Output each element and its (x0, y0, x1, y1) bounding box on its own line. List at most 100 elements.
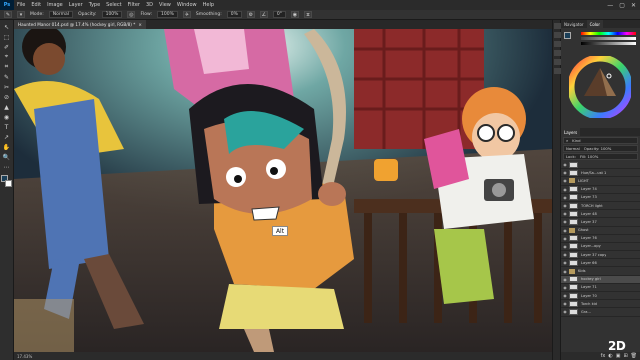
hue-slider[interactable] (581, 32, 636, 35)
minimize-button[interactable]: — (607, 2, 613, 9)
swatches-panel-icon[interactable] (554, 59, 561, 65)
menu-3d[interactable]: 3D (143, 2, 156, 8)
zoom-tool-icon[interactable]: 🔍 (2, 153, 12, 161)
eraser-tool-icon[interactable]: ⊘ (2, 93, 12, 101)
crop-tool-icon[interactable]: ⌗ (2, 63, 12, 71)
visibility-eye-icon[interactable]: ◉ (561, 193, 569, 201)
layer-row[interactable]: ◉ Layer 37 copy (561, 251, 640, 260)
panel-foreground-swatch[interactable] (564, 32, 571, 39)
more-tools-icon[interactable]: ⋯ (2, 163, 12, 171)
type-tool-icon[interactable]: T (2, 123, 12, 131)
visibility-eye-icon[interactable]: ◉ (561, 234, 569, 242)
flow-field[interactable]: 100% (157, 11, 178, 18)
document-canvas[interactable]: Alt (14, 29, 552, 352)
clone-tool-icon[interactable]: ✂ (2, 83, 12, 91)
marquee-tool-icon[interactable]: ⬚ (2, 33, 12, 41)
tab-layers[interactable]: Layers (561, 128, 581, 136)
visibility-eye-icon[interactable]: ◉ (561, 226, 569, 234)
adjustments-panel-icon[interactable] (554, 50, 561, 56)
pressure-size-icon[interactable]: ◉ (290, 11, 299, 18)
properties-panel-icon[interactable] (554, 32, 561, 38)
visibility-eye-icon[interactable]: ◉ (561, 201, 569, 209)
visibility-eye-icon[interactable]: ◉ (561, 242, 569, 250)
brush-settings-icon[interactable]: ▾ (17, 11, 25, 18)
layer-row[interactable]: ◉ hockey girl (561, 275, 640, 284)
visibility-eye-icon[interactable]: ◉ (561, 308, 569, 316)
visibility-eye-icon[interactable]: ◉ (561, 283, 569, 291)
tab-navigator[interactable]: Navigator (561, 20, 587, 28)
menu-file[interactable]: File (14, 2, 28, 8)
close-window-button[interactable]: ✕ (631, 2, 636, 9)
menu-type[interactable]: Type (86, 2, 103, 8)
saturation-slider[interactable] (581, 37, 636, 40)
layer-row[interactable]: ◉ Hue/Sa...ust 1 (561, 169, 640, 178)
color-wheel[interactable] (569, 56, 631, 118)
move-tool-icon[interactable]: ↖ (2, 23, 12, 31)
lasso-tool-icon[interactable]: ✐ (2, 43, 12, 51)
delete-layer-icon[interactable]: 🗑 (631, 353, 637, 359)
visibility-eye-icon[interactable]: ◉ (561, 161, 569, 169)
layer-row[interactable]: ◉ Ghost (561, 227, 640, 235)
path-select-tool-icon[interactable]: ↗ (2, 133, 12, 141)
new-group-icon[interactable]: ▣ (616, 353, 621, 359)
layer-row[interactable]: ◉ (561, 161, 640, 170)
layer-row[interactable]: ◉ Torch kid (561, 300, 640, 309)
blend-mode-dropdown[interactable]: Normal (566, 146, 580, 151)
dodge-tool-icon[interactable]: ◉ (2, 113, 12, 121)
layer-row[interactable]: ◉ Layer 74 (561, 186, 640, 194)
brush-preset-icon[interactable]: ✎ (4, 11, 12, 18)
gradient-tool-icon[interactable]: ▲ (2, 103, 12, 111)
airbrush-icon[interactable]: ✈ (182, 11, 191, 18)
menu-window[interactable]: Window (174, 2, 200, 8)
menu-edit[interactable]: Edit (28, 2, 44, 8)
layer-row[interactable]: ◉ Kids (561, 267, 640, 276)
pressure-opacity-icon[interactable]: ◎ (127, 11, 136, 18)
layer-opacity-field[interactable]: Opacity: 100% (584, 146, 612, 151)
layer-row[interactable]: ◉ Gra... (561, 308, 640, 317)
zoom-level[interactable]: 17.43% (17, 354, 32, 359)
visibility-eye-icon[interactable]: ◉ (561, 292, 569, 300)
menu-select[interactable]: Select (103, 2, 124, 8)
menu-view[interactable]: View (156, 2, 174, 8)
layer-fill-field[interactable]: Fill: 100% (580, 154, 598, 159)
brightness-slider[interactable] (581, 42, 636, 45)
layer-row[interactable]: ◉ Layer...opy (561, 242, 640, 252)
hand-tool-icon[interactable]: ✋ (2, 143, 12, 151)
layer-filter-kind[interactable]: ⌕ Kind (563, 137, 638, 144)
layer-row[interactable]: ◉ Layer 37 (561, 218, 640, 227)
angle-icon[interactable]: ∠ (259, 11, 268, 18)
menu-help[interactable]: Help (200, 2, 217, 8)
quick-select-tool-icon[interactable]: ⌖ (2, 53, 12, 61)
menu-filter[interactable]: Filter (125, 2, 143, 8)
adjustment-layer-icon[interactable]: ◐ (608, 353, 612, 359)
menu-image[interactable]: Image (44, 2, 66, 8)
smoothing-field[interactable]: 0% (226, 11, 242, 18)
tab-color[interactable]: Color (586, 20, 604, 28)
document-tab-close-icon[interactable]: × (138, 22, 142, 27)
angle-field[interactable]: 0° (272, 11, 286, 18)
layer-row[interactable]: ◉ TORCH light (561, 201, 640, 211)
maximize-button[interactable]: ▢ (619, 2, 625, 9)
visibility-eye-icon[interactable]: ◉ (561, 267, 569, 275)
history-panel-icon[interactable] (554, 23, 561, 29)
visibility-eye-icon[interactable]: ◉ (561, 218, 569, 226)
opacity-field[interactable]: 100% (101, 11, 123, 18)
visibility-eye-icon[interactable]: ◉ (561, 210, 569, 218)
layer-row[interactable]: ◉ Layer 76 (561, 235, 640, 243)
symmetry-icon[interactable]: ⧖ (303, 11, 312, 18)
layer-row[interactable]: ◉ Layer 73 (561, 194, 640, 202)
mode-dropdown[interactable]: Normal (48, 11, 74, 18)
visibility-eye-icon[interactable]: ◉ (561, 185, 569, 193)
visibility-eye-icon[interactable]: ◉ (561, 275, 569, 283)
brushes-panel-icon[interactable] (554, 41, 561, 47)
visibility-eye-icon[interactable]: ◉ (561, 169, 569, 177)
background-color-swatch[interactable] (4, 180, 12, 187)
fx-icon[interactable]: fx (601, 353, 606, 359)
paths-panel-icon[interactable] (554, 68, 561, 74)
document-tab[interactable]: Haunted Manor 014.psd @ 17.4% (hockey gi… (14, 20, 146, 29)
layer-row[interactable]: ◉ Layer 48 (561, 210, 640, 219)
color-swatches[interactable] (0, 175, 13, 189)
visibility-eye-icon[interactable]: ◉ (561, 300, 569, 308)
layer-row[interactable]: ◉ LIGHT (561, 177, 640, 186)
new-layer-icon[interactable]: ⊞ (623, 353, 627, 359)
